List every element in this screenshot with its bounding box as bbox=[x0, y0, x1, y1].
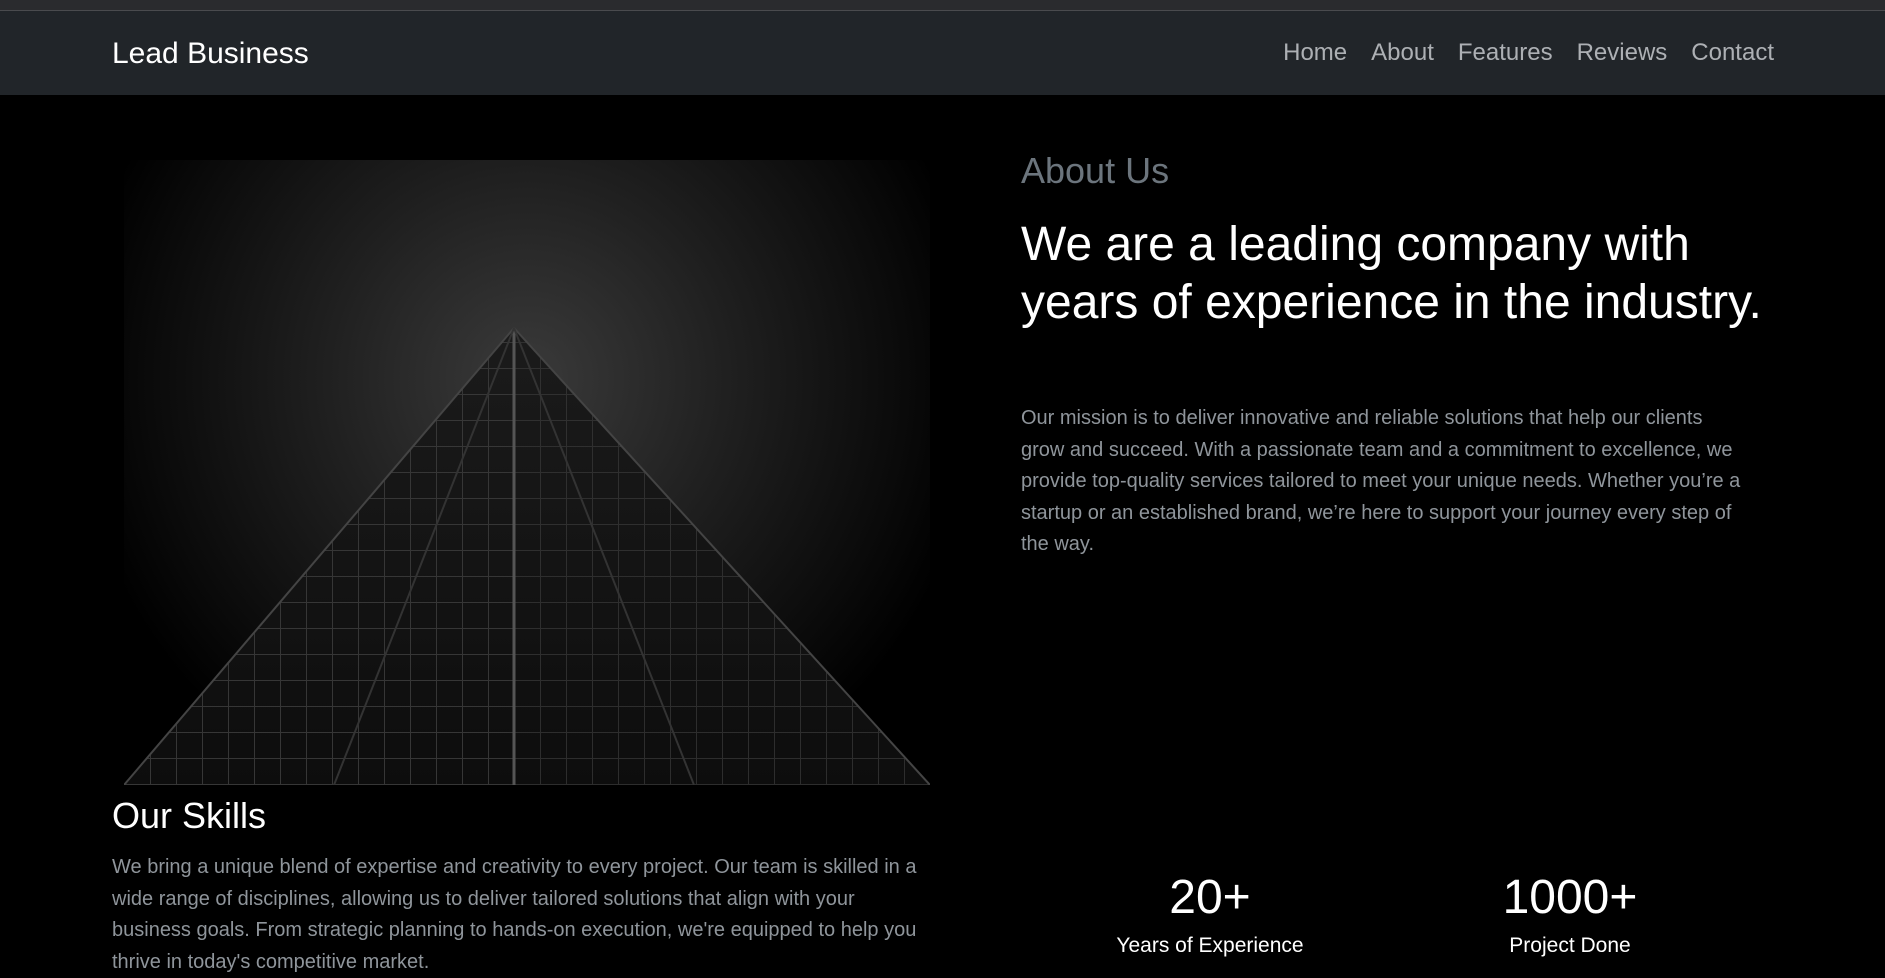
stat-number: 20+ bbox=[1169, 871, 1251, 924]
stat-years: 20+ Years of Experience bbox=[1030, 868, 1390, 958]
nav-link-features[interactable]: Features bbox=[1458, 39, 1553, 67]
building-image bbox=[124, 160, 930, 785]
nav-link-reviews[interactable]: Reviews bbox=[1577, 39, 1668, 67]
stat-label: Project Done bbox=[1509, 934, 1631, 957]
nav-link-contact[interactable]: Contact bbox=[1691, 39, 1774, 67]
skills-heading: Our Skills bbox=[112, 795, 267, 836]
stat-projects: 1000+ Project Done bbox=[1390, 868, 1750, 958]
stat-number: 1000+ bbox=[1502, 871, 1638, 924]
browser-top-strip bbox=[0, 0, 1885, 11]
about-eyebrow: About Us bbox=[1021, 150, 1170, 191]
navbar: Lead Business Home About Features Review… bbox=[0, 11, 1885, 95]
about-paragraph: Our mission is to deliver innovative and… bbox=[1021, 407, 1741, 555]
nav-link-home[interactable]: Home bbox=[1283, 39, 1347, 67]
nav-link-about[interactable]: About bbox=[1371, 39, 1434, 67]
brand-logo[interactable]: Lead Business bbox=[112, 37, 309, 71]
about-heading: We are a leading company with years of e… bbox=[1021, 218, 1762, 329]
skills-paragraph: We bring a unique blend of expertise and… bbox=[112, 856, 917, 973]
stat-label: Years of Experience bbox=[1116, 934, 1304, 957]
nav-links: Home About Features Reviews Contact bbox=[1259, 39, 1774, 67]
